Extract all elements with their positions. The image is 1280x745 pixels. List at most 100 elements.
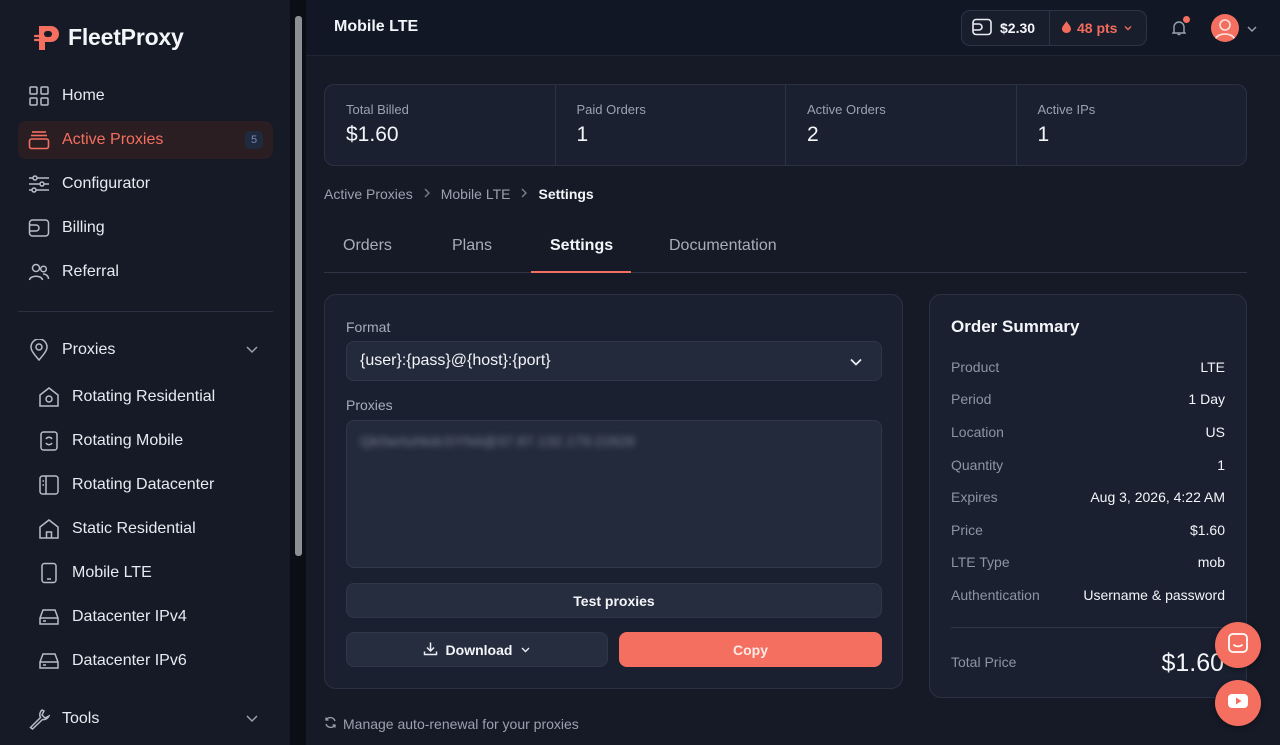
sidebar-item-label: Referral — [62, 263, 119, 280]
breadcrumb-link-active-proxies[interactable]: Active Proxies — [324, 186, 413, 202]
fleetproxy-logo-icon — [33, 22, 60, 52]
tab-settings[interactable]: Settings — [550, 237, 613, 255]
sidebar-item-configurator[interactable]: Configurator — [18, 165, 273, 203]
sidebar-item-home[interactable]: Home — [18, 77, 273, 115]
scrollbar-thumb[interactable] — [295, 16, 302, 556]
sidebar-item-active-proxies[interactable]: Active Proxies 5 — [18, 121, 273, 159]
copy-button[interactable]: Copy — [619, 632, 882, 667]
sidebar-section-tools[interactable]: Tools — [18, 700, 273, 738]
avatar[interactable] — [1211, 14, 1239, 42]
stat-value: 2 — [807, 123, 819, 146]
stat-label: Paid Orders — [576, 102, 646, 117]
stat-label: Active IPs — [1037, 102, 1096, 117]
sidebar-item-datacenter-ipv4[interactable]: Datacenter IPv4 — [38, 599, 268, 635]
points-value: 48 pts — [1077, 20, 1118, 36]
tab-orders[interactable]: Orders — [343, 237, 392, 255]
chevron-down-icon — [1123, 20, 1133, 36]
sidebar-item-static-residential[interactable]: Static Residential — [38, 511, 268, 547]
summary-key: Location — [951, 424, 1004, 440]
active-tab-indicator — [531, 271, 631, 273]
balance-value: $2.30 — [1000, 20, 1036, 36]
proxies-textarea[interactable]: Qk0wrtuhkdcSYN4@37.87.132.179:22626 — [346, 420, 882, 568]
chevron-down-icon — [520, 642, 531, 658]
sidebar-item-rotating-datacenter[interactable]: Rotating Datacenter — [38, 467, 268, 503]
balance-button[interactable]: $2.30 — [962, 11, 1050, 45]
sliders-icon — [28, 173, 50, 195]
summary-value: $1.60 — [1189, 522, 1225, 538]
sidebar-item-referral[interactable]: Referral — [18, 253, 273, 291]
tab-documentation[interactable]: Documentation — [669, 237, 777, 255]
summary-row-quantity: Quantity 1 — [951, 457, 1225, 473]
stat-active-ips: Active IPs 1 — [1017, 85, 1247, 165]
proxies-label: Proxies — [346, 397, 393, 413]
sidebar-item-label: Datacenter IPv4 — [72, 608, 187, 625]
breadcrumb-current: Settings — [538, 186, 594, 202]
format-select[interactable]: {user}:{pass}@{host}:{port} — [346, 341, 882, 381]
drive-icon — [38, 606, 60, 628]
stat-value: 1 — [576, 123, 589, 146]
sidebar-item-label: Static Residential — [72, 520, 196, 537]
sidebar-item-rotating-residential[interactable]: Rotating Residential — [38, 379, 268, 415]
grid-icon — [28, 85, 50, 107]
wallet-widget[interactable]: $2.30 48 pts — [961, 10, 1147, 46]
summary-value: LTE — [1200, 359, 1225, 375]
bell-icon[interactable] — [1171, 20, 1187, 41]
points-button[interactable]: 48 pts — [1050, 20, 1133, 36]
format-label: Format — [346, 319, 391, 335]
inbox-icon — [28, 129, 50, 151]
brand-logo[interactable]: FleetProxy — [33, 22, 184, 52]
tab-plans[interactable]: Plans — [452, 237, 492, 255]
total-price-value: $1.60 — [1161, 649, 1224, 677]
notification-dot — [1183, 16, 1190, 23]
flame-icon — [1062, 20, 1071, 36]
chat-icon — [1227, 632, 1249, 659]
download-icon — [423, 641, 438, 659]
chevron-down-icon — [245, 342, 259, 361]
phone-rotate-icon — [38, 430, 60, 452]
summary-key: Product — [951, 359, 1000, 375]
summary-key: Quantity — [951, 457, 1004, 473]
server-panel-icon — [38, 474, 60, 496]
summary-row-price: Price $1.60 — [951, 522, 1225, 538]
auto-renewal-label: Manage auto-renewal for your proxies — [343, 716, 579, 732]
sidebar-item-label: Rotating Mobile — [72, 432, 184, 449]
stat-paid-orders: Paid Orders 1 — [556, 85, 786, 165]
sidebar-section-label: Tools — [62, 710, 100, 727]
stat-label: Active Orders — [807, 102, 886, 117]
auto-renewal-link[interactable]: Manage auto-renewal for your proxies — [324, 716, 579, 732]
sidebar-item-label: Rotating Datacenter — [72, 476, 215, 493]
summary-value: Aug 3, 2026, 4:22 AM — [1090, 489, 1225, 505]
chevron-down-icon[interactable] — [1246, 22, 1258, 40]
summary-value: Username & password — [1083, 587, 1225, 603]
summary-key: LTE Type — [951, 554, 1010, 570]
stat-value: $1.60 — [346, 123, 399, 146]
sidebar-item-label: Active Proxies — [62, 131, 164, 148]
sidebar-item-datacenter-ipv6[interactable]: Datacenter IPv6 — [38, 643, 268, 679]
sidebar-item-label: Rotating Residential — [72, 388, 216, 405]
chevron-right-icon — [520, 187, 528, 201]
brand-name: FleetProxy — [68, 23, 184, 50]
house-icon — [38, 518, 60, 540]
summary-row-period: Period 1 Day — [951, 391, 1225, 407]
settings-card: Format {user}:{pass}@{host}:{port} Proxi… — [324, 294, 903, 689]
breadcrumb-link-mobile-lte[interactable]: Mobile LTE — [441, 186, 511, 202]
sidebar-item-mobile-lte[interactable]: Mobile LTE — [38, 555, 268, 591]
stat-label: Total Billed — [346, 102, 409, 117]
sidebar-section-proxies[interactable]: Proxies — [18, 331, 273, 369]
wallet-icon — [972, 18, 992, 39]
summary-value: mob — [1197, 554, 1225, 570]
chevron-right-icon — [423, 187, 431, 201]
stat-active-orders: Active Orders 2 — [786, 85, 1017, 165]
sidebar-item-label: Datacenter IPv6 — [72, 652, 187, 669]
refresh-icon — [324, 716, 337, 732]
summary-value: US — [1205, 424, 1225, 440]
download-button[interactable]: Download — [346, 632, 608, 667]
sidebar-item-billing[interactable]: Billing — [18, 209, 273, 247]
video-button[interactable] — [1215, 680, 1261, 726]
sidebar-item-label: Configurator — [62, 175, 151, 192]
chat-button[interactable] — [1215, 622, 1261, 668]
chevron-down-icon — [245, 711, 259, 730]
sidebar-item-rotating-mobile[interactable]: Rotating Mobile — [38, 423, 268, 459]
test-proxies-button[interactable]: Test proxies — [346, 583, 882, 618]
play-icon — [1227, 692, 1249, 715]
